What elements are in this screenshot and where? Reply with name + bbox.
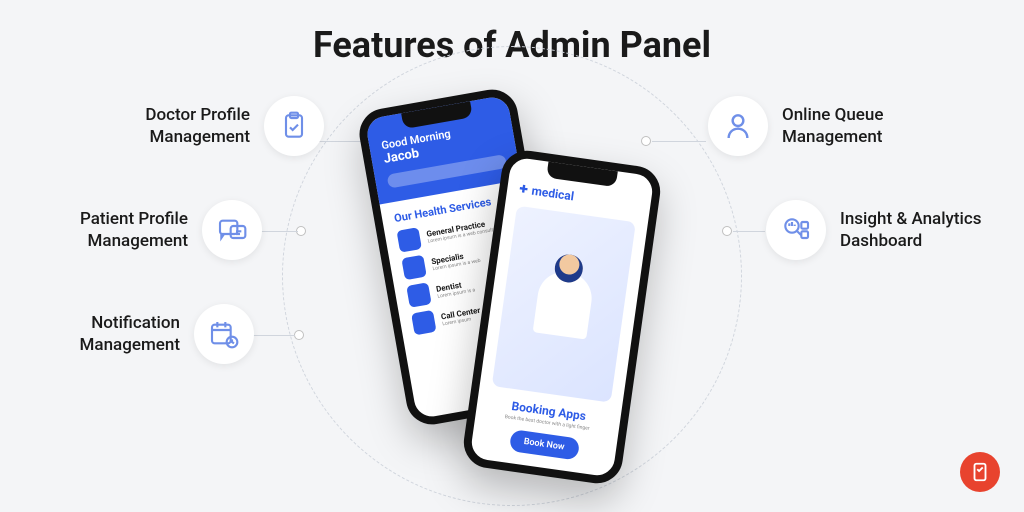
specialist-icon — [401, 254, 426, 279]
feature-doctor-profile: Doctor Profile Management — [110, 96, 324, 156]
feature-label: Online Queue Management — [782, 104, 942, 148]
connector-line — [733, 231, 765, 232]
connector-line — [258, 231, 298, 232]
clipboard-check-icon — [264, 96, 324, 156]
phone-icon — [411, 310, 436, 335]
chat-like-icon — [202, 200, 262, 260]
stethoscope-icon — [396, 227, 421, 252]
feature-patient-profile: Patient Profile Management — [48, 200, 262, 260]
feature-label: Insight & Analytics Dashboard — [840, 208, 1000, 252]
user-icon — [708, 96, 768, 156]
feature-online-queue: Online Queue Management — [708, 96, 942, 156]
feature-notification: Notification Management — [40, 304, 254, 364]
feature-insight-analytics: Insight & Analytics Dashboard — [766, 200, 1000, 260]
doctor-illustration — [492, 205, 636, 402]
feature-label: Doctor Profile Management — [110, 104, 250, 148]
tooth-icon — [406, 282, 431, 307]
calendar-clock-icon — [194, 304, 254, 364]
book-now-button: Book Now — [508, 429, 579, 460]
analytics-search-icon — [766, 200, 826, 260]
feature-label: Patient Profile Management — [48, 208, 188, 252]
feature-label: Notification Management — [40, 312, 180, 356]
brand-badge-icon — [960, 452, 1000, 492]
phones-mockup: Good Morning Jacob Our Health Services G… — [352, 97, 672, 477]
node-dot — [294, 330, 304, 340]
node-dot — [722, 226, 732, 236]
